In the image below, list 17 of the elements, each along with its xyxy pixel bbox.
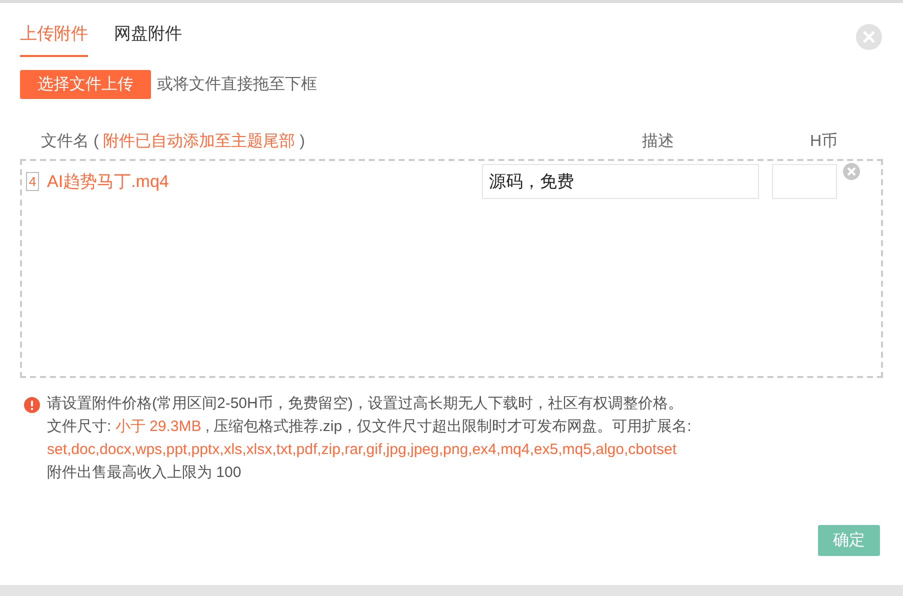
file-icon: 4 (26, 172, 39, 190)
price-notice: 请设置附件价格(常用区间2-50H币，免费留空)，设置过高长期无人下载时，社区有权调整价格。 (47, 394, 684, 414)
warning-icon (24, 397, 40, 413)
tab[interactable]: 网盘附件 (114, 22, 182, 57)
drop-hint: 或将文件直接拖至下框 (157, 74, 317, 95)
size-notice: 文件尺寸: 小于 29.3MB , 压缩包格式推荐.zip，仅文件尺寸超出限制时才可发布网盘。可用扩展名: (47, 417, 692, 437)
drop-zone[interactable]: 4 AI趋势马丁.mq4 源码，免费 (20, 159, 883, 378)
remove-icon[interactable] (843, 162, 860, 180)
column-header: 文件名 ( 附件已自动添加至主题尾部 ) (41, 132, 306, 152)
close-icon[interactable] (856, 24, 882, 50)
column-header: H币 (810, 132, 838, 152)
price-field[interactable] (772, 164, 837, 198)
column-header: 描述 (642, 132, 675, 152)
description-field[interactable]: 源码，免费 (482, 164, 759, 198)
file-name: AI趋势马丁.mq4 (47, 170, 170, 192)
income-notice: 附件出售最高收入上限为 100 (47, 463, 242, 483)
extension-list: set,doc,docx,wps,ppt,pptx,xls,xlsx,txt,pdf,zip,rar,gif,jpg,jpeg,png,ex4,mq4,ex5,mq5,algo,cbotset (47, 438, 692, 461)
